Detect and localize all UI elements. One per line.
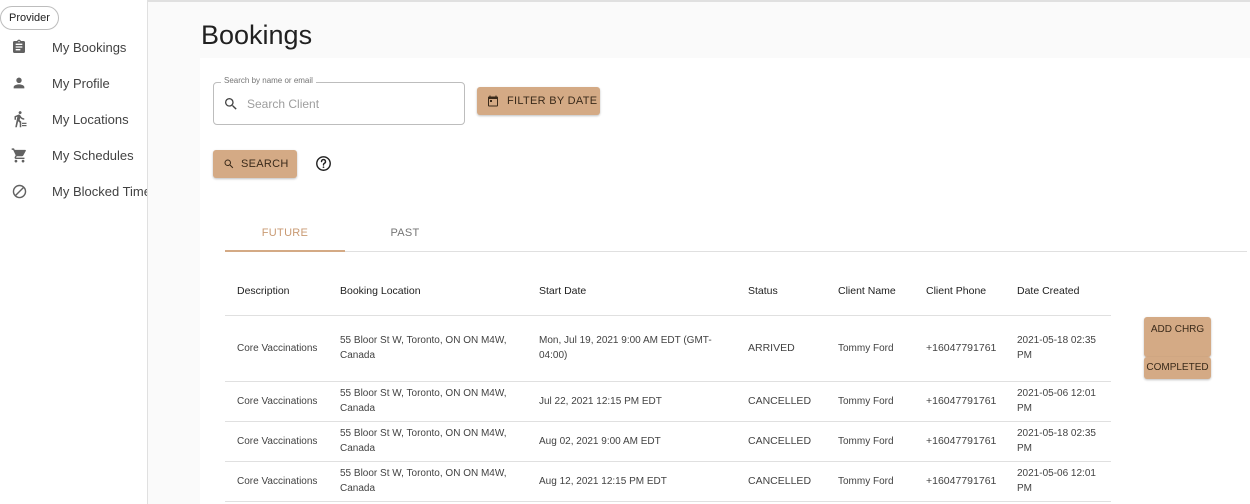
search-input[interactable] [247, 94, 447, 114]
search-icon [223, 158, 235, 170]
tab-future-label: FUTURE [261, 227, 309, 239]
sidebar-item-my-blocked-times[interactable]: My Blocked Times [0, 173, 148, 209]
table-row[interactable]: Core Vaccinations 55 Bloor St W, Toronto… [225, 381, 1111, 422]
tab-past[interactable]: PAST [345, 216, 465, 251]
filter-by-date-label: FILTER BY DATE [507, 95, 598, 107]
cell-start-date: Aug 02, 2021 9:00 AM EDT [527, 421, 736, 462]
sidebar-item-my-profile[interactable]: My Profile [0, 65, 147, 101]
search-legend: Search by name or email [221, 76, 316, 85]
cell-client-phone: +16047791761 [914, 381, 1005, 422]
sidebar-item-my-locations[interactable]: My Locations [0, 101, 147, 137]
cell-status: CANCELLED [736, 421, 826, 462]
column-header-client-phone[interactable]: Client Phone [914, 268, 1005, 316]
cell-description: Core Vaccinations [225, 315, 328, 382]
column-header-client-name[interactable]: Client Name [826, 268, 914, 316]
cell-client-name: Tommy Ford [826, 315, 914, 382]
person-icon [10, 74, 28, 92]
cell-client-phone: +16047791761 [914, 315, 1005, 382]
booking-tabs: FUTURE PAST [225, 216, 1247, 252]
cell-client-phone: +16047791761 [914, 461, 1005, 502]
search-field[interactable]: Search by name or email [213, 76, 465, 125]
cell-location: 55 Bloor St W, Toronto, ON ON M4W, Canad… [328, 461, 527, 502]
calendar-icon [487, 95, 499, 107]
cell-date-created: 2021-05-06 12:01 PM [1005, 381, 1111, 422]
column-header-description[interactable]: Description [225, 268, 328, 316]
cell-client-phone: +16047791761 [914, 421, 1005, 462]
cart-icon [10, 146, 28, 164]
cell-location: 55 Bloor St W, Toronto, ON ON M4W, Canad… [328, 315, 527, 382]
cell-start-date: Mon, Jul 19, 2021 9:00 AM EDT (GMT-04:00… [527, 315, 736, 382]
sidebar-item-label: My Blocked Times [52, 183, 148, 199]
sidebar-item-label: My Schedules [52, 147, 134, 163]
cell-description: Core Vaccinations [225, 461, 328, 502]
table-row[interactable]: Core Vaccinations 55 Bloor St W, Toronto… [225, 461, 1111, 502]
cell-client-name: Tommy Ford [826, 461, 914, 502]
sidebar-item-label: My Bookings [52, 39, 127, 55]
sidebar-item-my-bookings[interactable]: My Bookings [0, 29, 147, 65]
sidebar-item-my-schedules[interactable]: My Schedules [0, 137, 147, 173]
bookings-table: Description Booking Location Start Date … [225, 268, 1111, 502]
clipboard-icon [10, 38, 28, 56]
sidebar-item-label: My Locations [52, 111, 129, 127]
bookings-table-container: Description Booking Location Start Date … [225, 268, 1247, 504]
table-row[interactable]: Core Vaccinations 55 Bloor St W, Toronto… [225, 421, 1111, 462]
completed-button[interactable]: COMPLETED [1144, 357, 1211, 379]
filter-by-date-button[interactable]: FILTER BY DATE [477, 87, 600, 115]
header-divider [148, 0, 1250, 2]
sidebar-item-label: My Profile [52, 75, 110, 91]
sidebar: Provider My Bookings My Profile My Locat… [0, 0, 148, 504]
cell-location: 55 Bloor St W, Toronto, ON ON M4W, Canad… [328, 421, 527, 462]
search-button-label: SEARCH [241, 158, 289, 170]
table-header-row: Description Booking Location Start Date … [225, 268, 1111, 316]
cell-client-name: Tommy Ford [826, 421, 914, 462]
column-header-location[interactable]: Booking Location [328, 268, 527, 316]
table-row[interactable]: Core Vaccinations 55 Bloor St W, Toronto… [225, 315, 1111, 382]
column-header-date-created[interactable]: Date Created [1005, 268, 1111, 316]
search-button[interactable]: SEARCH [213, 150, 297, 178]
walking-person-icon [10, 110, 28, 128]
cell-start-date: Jul 22, 2021 12:15 PM EDT [527, 381, 736, 422]
tab-past-label: PAST [390, 227, 420, 239]
page-title: Bookings [201, 20, 313, 50]
cell-location: 55 Bloor St W, Toronto, ON ON M4W, Canad… [328, 381, 527, 422]
cell-status: ARRIVED [736, 315, 826, 382]
active-tab-indicator [225, 250, 345, 252]
column-header-status[interactable]: Status [736, 268, 826, 316]
cell-description: Core Vaccinations [225, 381, 328, 422]
tab-future[interactable]: FUTURE [225, 216, 345, 252]
column-header-start-date[interactable]: Start Date [527, 268, 736, 316]
cell-status: CANCELLED [736, 381, 826, 422]
cell-date-created: 2021-05-18 02:35 PM [1005, 315, 1111, 382]
block-icon [10, 182, 28, 200]
cell-status: CANCELLED [736, 461, 826, 502]
cell-description: Core Vaccinations [225, 421, 328, 462]
search-icon [223, 96, 239, 112]
cell-date-created: 2021-05-18 02:35 PM [1005, 421, 1111, 462]
add-charge-button[interactable]: ADD CHRG [1144, 317, 1211, 357]
cell-date-created: 2021-05-06 12:01 PM [1005, 461, 1111, 502]
cell-client-name: Tommy Ford [826, 381, 914, 422]
help-icon[interactable] [315, 155, 332, 172]
role-chip[interactable]: Provider [0, 6, 59, 30]
cell-start-date: Aug 12, 2021 12:15 PM EDT [527, 461, 736, 502]
